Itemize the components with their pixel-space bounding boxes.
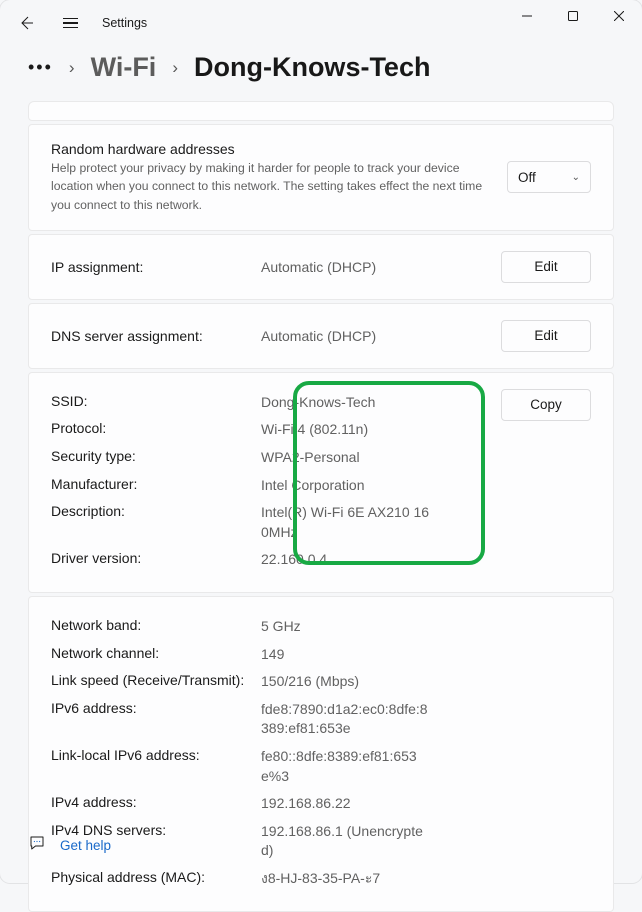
detail-label: SSID: <box>51 393 261 409</box>
detail-label: IPv4 address: <box>51 794 261 810</box>
detail-value: 5 GHz <box>261 617 301 637</box>
detail-value: 192.168.86.22 <box>261 794 351 814</box>
detail-row: IPv4 DNS servers:192.168.86.1 (Unencrypt… <box>51 818 591 865</box>
titlebar: Settings <box>0 0 642 46</box>
detail-value: 192.168.86.1 (Unencrypted) <box>261 822 431 861</box>
detail-label: Manufacturer: <box>51 476 261 492</box>
random-hw-desc: Help protect your privacy by making it h… <box>51 159 495 214</box>
detail-label: Link-local IPv6 address: <box>51 747 261 763</box>
detail-label: Security type: <box>51 448 261 464</box>
window-title: Settings <box>102 16 147 30</box>
breadcrumb-wifi[interactable]: Wi-Fi <box>91 52 157 83</box>
detail-row: Manufacturer:Intel Corporation <box>51 472 489 500</box>
detail-row: Protocol:Wi-Fi 4 (802.11n) <box>51 416 489 444</box>
menu-button[interactable] <box>52 5 88 41</box>
card-stub <box>28 101 614 121</box>
close-button[interactable] <box>596 0 642 32</box>
detail-row: Network channel:149 <box>51 641 591 669</box>
detail-row: Physical address (MAC):ง8-HJ-83-35-PA-ะ7 <box>51 865 591 893</box>
dns-assign-label: DNS server assignment: <box>51 328 261 344</box>
detail-row: Description:Intel(R) Wi-Fi 6E AX210 160M… <box>51 499 489 546</box>
detail-row: Link speed (Receive/Transmit):150/216 (M… <box>51 668 591 696</box>
ip-assign-label: IP assignment: <box>51 259 261 275</box>
random-hw-select[interactable]: Off ⌄ <box>507 161 591 193</box>
chat-help-icon <box>28 834 46 857</box>
network-details-card-1: SSID:Dong-Knows-TechProtocol:Wi-Fi 4 (80… <box>28 372 614 593</box>
detail-value: Wi-Fi 4 (802.11n) <box>261 420 368 440</box>
chevron-right-icon: › <box>172 58 178 78</box>
detail-label: Link speed (Receive/Transmit): <box>51 672 261 688</box>
detail-row: Driver version:22.160.0.4 <box>51 546 489 574</box>
detail-row: Network band:5 GHz <box>51 613 591 641</box>
detail-value: ง8-HJ-83-35-PA-ะ7 <box>261 869 380 889</box>
help-label: Get help <box>60 838 111 853</box>
detail-value: 150/216 (Mbps) <box>261 672 359 692</box>
detail-value: Intel(R) Wi-Fi 6E AX210 160MHz <box>261 503 431 542</box>
dns-assign-edit-button[interactable]: Edit <box>501 320 591 352</box>
detail-row: IPv6 address:fde8:7890:d1a2:ec0:8dfe:838… <box>51 696 591 743</box>
detail-row: SSID:Dong-Knows-Tech <box>51 389 489 417</box>
ip-assignment-card: IP assignment: Automatic (DHCP) Edit <box>28 234 614 300</box>
minimize-button[interactable] <box>504 0 550 32</box>
breadcrumb: ••• › Wi-Fi › Dong-Knows-Tech <box>0 46 642 101</box>
detail-value: 22.160.0.4 <box>261 550 327 570</box>
random-hardware-card: Random hardware addresses Help protect y… <box>28 124 614 231</box>
network-details-card-2: Network band:5 GHzNetwork channel:149Lin… <box>28 596 614 912</box>
back-button[interactable] <box>8 5 44 41</box>
detail-label: IPv6 address: <box>51 700 261 716</box>
window-controls <box>504 0 642 32</box>
chevron-down-icon: ⌄ <box>572 172 580 183</box>
help-link[interactable]: Get help <box>28 834 111 857</box>
detail-label: Network band: <box>51 617 261 633</box>
detail-value: 149 <box>261 645 284 665</box>
maximize-button[interactable] <box>550 0 596 32</box>
detail-value: fde8:7890:d1a2:ec0:8dfe:8389:ef81:653e <box>261 700 431 739</box>
breadcrumb-ellipsis[interactable]: ••• <box>28 57 53 78</box>
ip-assign-edit-button[interactable]: Edit <box>501 251 591 283</box>
detail-value: Intel Corporation <box>261 476 365 496</box>
detail-value: fe80::8dfe:8389:ef81:653e%3 <box>261 747 431 786</box>
copy-button[interactable]: Copy <box>501 389 591 421</box>
detail-row: Security type:WPA2-Personal <box>51 444 489 472</box>
detail-label: Description: <box>51 503 261 519</box>
detail-value: WPA2-Personal <box>261 448 360 468</box>
ip-assign-value: Automatic (DHCP) <box>261 259 501 275</box>
detail-value: Dong-Knows-Tech <box>261 393 375 413</box>
random-hw-title: Random hardware addresses <box>51 141 495 157</box>
breadcrumb-current: Dong-Knows-Tech <box>194 52 430 83</box>
titlebar-left: Settings <box>8 5 147 41</box>
dns-assignment-card: DNS server assignment: Automatic (DHCP) … <box>28 303 614 369</box>
detail-row: Link-local IPv6 address:fe80::8dfe:8389:… <box>51 743 591 790</box>
dns-assign-value: Automatic (DHCP) <box>261 328 501 344</box>
detail-label: Protocol: <box>51 420 261 436</box>
content-area: Random hardware addresses Help protect y… <box>0 101 642 912</box>
detail-label: Network channel: <box>51 645 261 661</box>
random-hw-value: Off <box>518 170 536 185</box>
chevron-right-icon: › <box>69 58 75 78</box>
detail-label: Driver version: <box>51 550 261 566</box>
detail-row: IPv4 address:192.168.86.22 <box>51 790 591 818</box>
